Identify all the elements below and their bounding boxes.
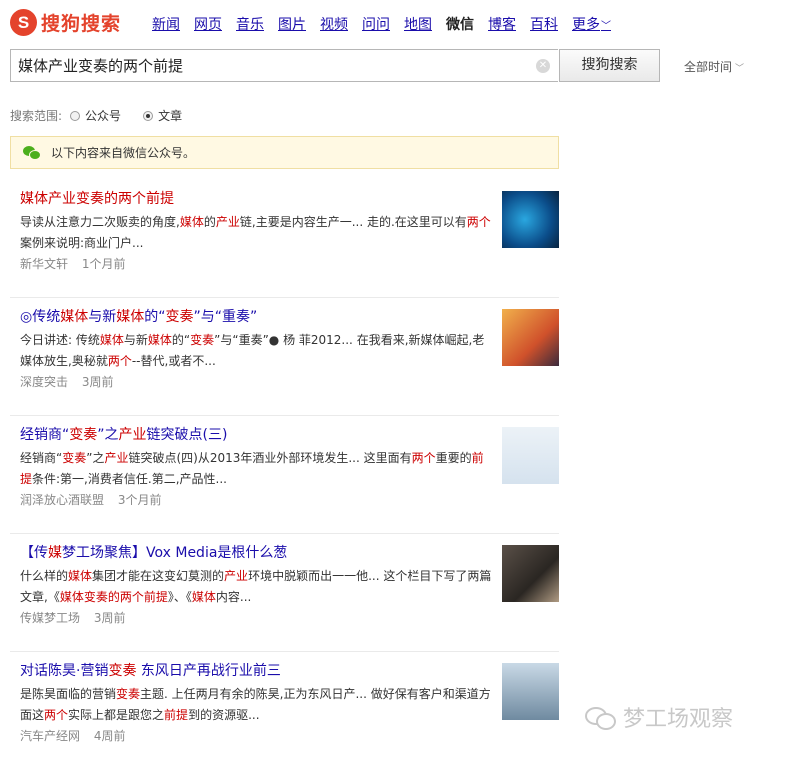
result-meta: 汽车产经网 4周前 (20, 727, 125, 744)
keyword-highlight: 产业 (224, 569, 249, 583)
result-meta: 润泽放心酒联盟 3个月前 (20, 491, 161, 508)
result-snippet: 什么样的媒体集团才能在这变幻莫测的产业环境中脱颖而出一一他... 这个栏目下写了… (20, 569, 492, 604)
keyword-highlight: 产业 (215, 215, 240, 229)
result-snippet: 经销商“变奏”之产业链突破点(四)从2013年酒业外部环境发生... 这里面有两… (20, 451, 484, 486)
chevron-down-icon: ﹀ (735, 64, 745, 74)
result-snippet: 今日讲述: 传统媒体与新媒体的“变奏”与“重奏”● 杨 菲2012... 在我看… (20, 333, 485, 368)
keyword-highlight: 两个 (107, 354, 132, 368)
logo-mark: S (10, 9, 37, 36)
nav-music[interactable]: 音乐 (236, 14, 264, 34)
keyword-highlight: 媒体产业变奏的两个前提 (20, 191, 174, 207)
nav-wenwen[interactable]: 问问 (362, 14, 390, 34)
keyword-highlight: 媒 (48, 545, 62, 561)
search-scope: 搜索范围: 公众号 文章 (10, 107, 204, 124)
keyword-highlight: 前提 (164, 708, 189, 722)
result-meta: 传媒梦工场 3周前 (20, 609, 125, 626)
keyword-highlight: 媒体 (99, 333, 124, 347)
keyword-highlight: 两个 (466, 215, 491, 229)
keyword-highlight: 变奏 (108, 663, 137, 679)
search-button[interactable]: 搜狗搜索 (559, 49, 660, 82)
keyword-highlight: 媒体 (191, 590, 216, 604)
nav-news[interactable]: 新闻 (152, 14, 180, 34)
close-icon[interactable]: ✕ (536, 59, 550, 73)
result-time: 3周前 (81, 375, 114, 389)
keyword-highlight: 两个 (411, 451, 436, 465)
scope-option-label: 公众号 (85, 109, 122, 123)
nav-more[interactable]: 更多 ﹀ (572, 14, 611, 34)
nav-video[interactable]: 视频 (320, 14, 348, 34)
nav-blog[interactable]: 博客 (488, 14, 516, 34)
keyword-highlight: 变奏 (165, 309, 194, 325)
result-time: 1个月前 (81, 257, 126, 271)
result-title[interactable]: 媒体产业变奏的两个前提 (20, 188, 174, 208)
radio-off-icon (70, 110, 81, 121)
keyword-highlight: 变奏 (190, 333, 215, 347)
result-source[interactable]: 汽车产经网 (20, 729, 80, 743)
source-notice: 以下内容来自微信公众号。 (10, 136, 559, 169)
result-thumbnail[interactable] (502, 427, 559, 484)
keyword-highlight: 媒体 (60, 309, 89, 325)
result-item: 媒体产业变奏的两个前提 导读从注意力二次贩卖的角度,媒体的产业链,主要是内容生产… (10, 180, 559, 298)
search-input[interactable] (11, 50, 528, 81)
search-box: ✕ (10, 49, 558, 82)
nav-weixin[interactable]: 微信 (446, 14, 474, 34)
keyword-highlight: 变奏 (69, 427, 98, 443)
keyword-highlight: 媒体 (116, 309, 145, 325)
top-nav: 新闻 网页 音乐 图片 视频 问问 地图 微信 博客 百科 更多 ﹀ (152, 14, 625, 34)
keyword-highlight: 变奏 (116, 687, 141, 701)
keyword-highlight: 媒体变奏的两个前提 (59, 590, 168, 604)
nav-map[interactable]: 地图 (404, 14, 432, 34)
scope-radio-account[interactable]: 公众号 (70, 107, 121, 124)
time-filter-dropdown[interactable]: 全部时间 ﹀ (684, 58, 744, 75)
radio-on-icon (143, 110, 154, 121)
result-time: 3个月前 (117, 493, 162, 507)
keyword-highlight: 两个 (44, 708, 69, 722)
sogou-logo[interactable]: S 搜狗搜索 (10, 9, 121, 36)
result-time: 3周前 (93, 611, 126, 625)
nav-more-label: 更多 (572, 17, 600, 33)
result-source[interactable]: 深度突击 (20, 375, 68, 389)
keyword-highlight: 媒体 (68, 569, 93, 583)
result-item: 经销商“变奏”之产业链突破点(三) 经销商“变奏”之产业链突破点(四)从2013… (10, 416, 559, 534)
result-meta: 新华文轩 1个月前 (20, 255, 125, 272)
result-time: 4周前 (93, 729, 126, 743)
result-title[interactable]: 对话陈昊·营销变奏 东风日产再战行业前三 (20, 660, 281, 680)
result-thumbnail[interactable] (502, 309, 559, 366)
scope-label: 搜索范围: (10, 109, 63, 123)
keyword-highlight: 媒体 (147, 333, 172, 347)
result-snippet: 导读从注意力二次贩卖的角度,媒体的产业链,主要是内容生产一... 走的.在这里可… (20, 215, 491, 250)
wechat-icon (585, 705, 616, 730)
chevron-down-icon: ﹀ (601, 20, 611, 32)
result-thumbnail[interactable] (502, 191, 559, 248)
result-title[interactable]: 【传媒梦工场聚焦】Vox Media是根什么葱 (20, 542, 287, 562)
time-filter-label: 全部时间 (684, 60, 733, 74)
result-item: ◎传统媒体与新媒体的“变奏”与“重奏” 今日讲述: 传统媒体与新媒体的“变奏”与… (10, 298, 559, 416)
nav-web[interactable]: 网页 (194, 14, 222, 34)
result-snippet: 是陈昊面临的营销变奏主题. 上任两月有余的陈昊,正为东风日产... 做好保有客户… (20, 687, 491, 722)
nav-images[interactable]: 图片 (278, 14, 306, 34)
result-source[interactable]: 新华文轩 (20, 257, 68, 271)
keyword-highlight: 产业 (104, 451, 129, 465)
nav-baike[interactable]: 百科 (530, 14, 558, 34)
results-list: 媒体产业变奏的两个前提 导读从注意力二次贩卖的角度,媒体的产业链,主要是内容生产… (10, 180, 559, 770)
keyword-highlight: 变奏 (62, 451, 87, 465)
keyword-highlight: 媒体 (179, 215, 204, 229)
result-title[interactable]: 经销商“变奏”之产业链突破点(三) (20, 424, 227, 444)
result-title[interactable]: ◎传统媒体与新媒体的“变奏”与“重奏” (20, 306, 257, 326)
result-item: 【传媒梦工场聚焦】Vox Media是根什么葱 什么样的媒体集团才能在这变幻莫测… (10, 534, 559, 652)
watermark-text: 梦工场观察 (623, 707, 734, 732)
scope-option-label: 文章 (158, 109, 183, 123)
result-source[interactable]: 传媒梦工场 (20, 611, 80, 625)
result-source[interactable]: 润泽放心酒联盟 (20, 493, 104, 507)
result-thumbnail[interactable] (502, 663, 559, 720)
result-meta: 深度突击 3周前 (20, 373, 113, 390)
scope-radio-article[interactable]: 文章 (143, 107, 182, 124)
result-item: 对话陈昊·营销变奏 东风日产再战行业前三 是陈昊面临的营销变奏主题. 上任两月有… (10, 652, 559, 770)
watermark: 梦工场观察 (585, 701, 733, 733)
wechat-icon (23, 145, 41, 160)
result-thumbnail[interactable] (502, 545, 559, 602)
keyword-highlight: 产业 (118, 427, 147, 443)
notice-text: 以下内容来自微信公众号。 (51, 146, 196, 160)
logo-text: 搜狗搜索 (41, 13, 122, 35)
